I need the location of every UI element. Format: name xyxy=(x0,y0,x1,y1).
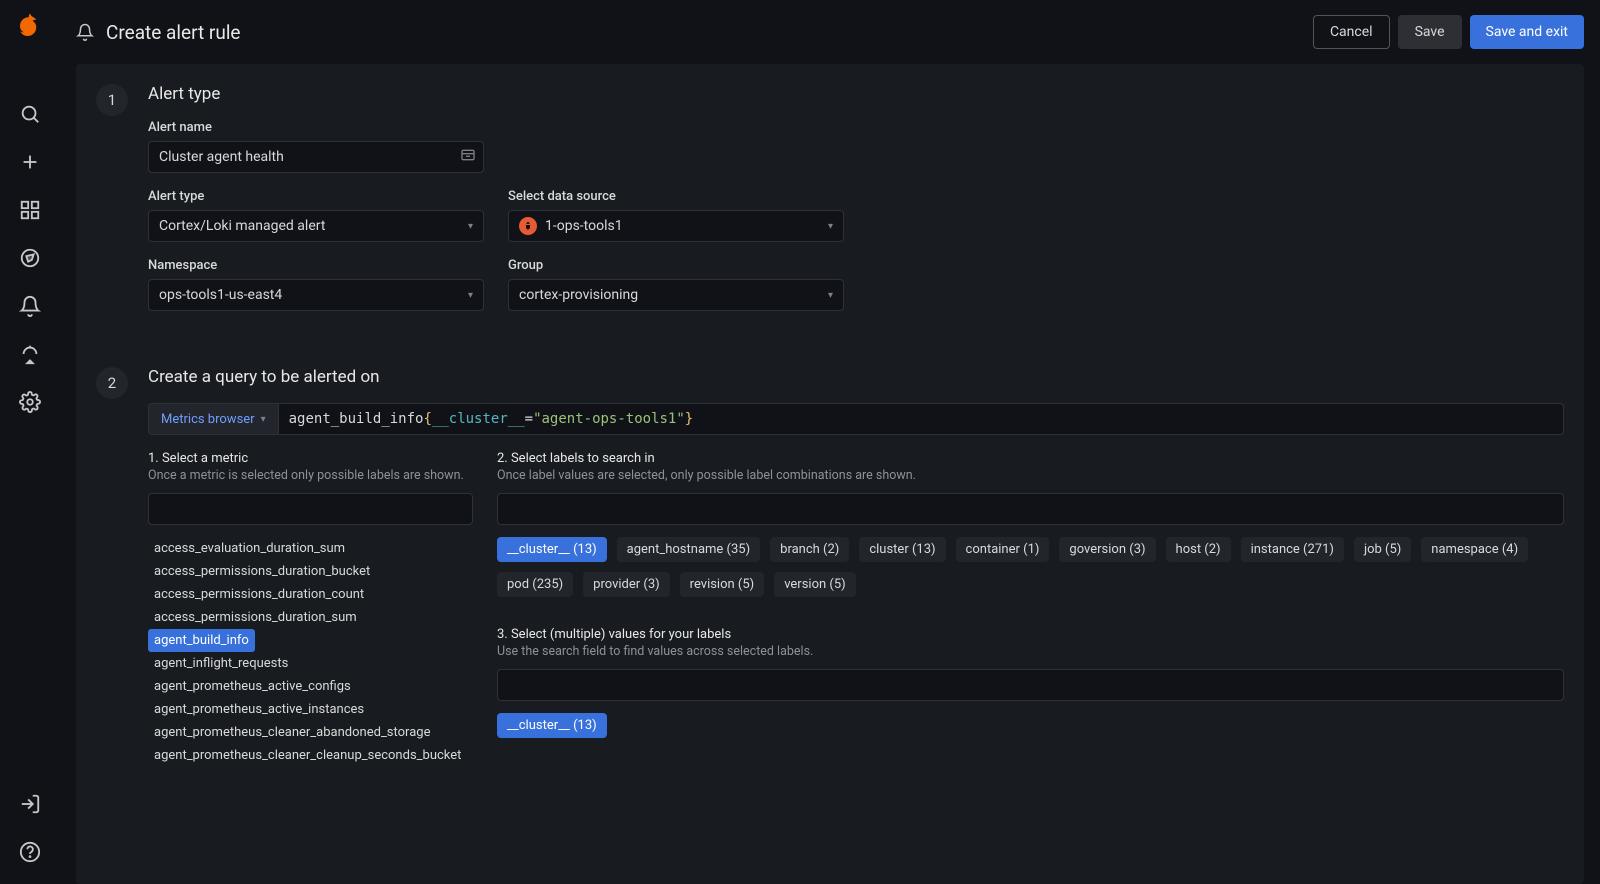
metric-item[interactable]: access_permissions_duration_count xyxy=(148,583,473,606)
namespace-value: ops-tools1-us-east4 xyxy=(159,287,282,303)
content-panel: 1 Alert type Alert name xyxy=(76,64,1584,884)
expr-value: "agent-ops-tools1" xyxy=(533,411,685,427)
template-icon[interactable] xyxy=(460,147,476,167)
page-header: Create alert rule Cancel Save Save and e… xyxy=(76,0,1584,64)
label-chip[interactable]: __cluster__ (13) xyxy=(497,537,607,562)
alert-type-select[interactable]: Cortex/Loki managed alert ▾ xyxy=(148,210,484,242)
nav-rail xyxy=(0,0,60,884)
label-chip[interactable]: job (5) xyxy=(1354,537,1411,562)
label-chip[interactable]: host (2) xyxy=(1166,537,1231,562)
metrics-browser-button[interactable]: Metrics browser ▾ xyxy=(148,403,279,435)
save-button[interactable]: Save xyxy=(1398,15,1462,49)
expr-metric: agent_build_info xyxy=(289,411,424,427)
data-source-label: Select data source xyxy=(508,189,844,204)
label-search-input[interactable] xyxy=(497,493,1564,525)
alerting-icon[interactable] xyxy=(18,294,42,318)
namespace-label: Namespace xyxy=(148,258,484,273)
metric-search-input[interactable] xyxy=(148,493,473,525)
metric-item[interactable]: access_evaluation_duration_sum xyxy=(148,537,473,560)
plus-icon[interactable] xyxy=(18,150,42,174)
page-title: Create alert rule xyxy=(106,21,241,44)
data-source-select[interactable]: 1-ops-tools1 ▾ xyxy=(508,210,844,242)
label-chip[interactable]: namespace (4) xyxy=(1421,537,1528,562)
alert-name-label: Alert name xyxy=(148,120,484,135)
namespace-select[interactable]: ops-tools1-us-east4 ▾ xyxy=(148,279,484,311)
alert-type-value: Cortex/Loki managed alert xyxy=(159,218,325,234)
dashboards-icon[interactable] xyxy=(18,198,42,222)
metrics-browser-label: Metrics browser xyxy=(161,412,255,427)
metric-item[interactable]: agent_build_info xyxy=(148,629,255,652)
group-label: Group xyxy=(508,258,844,273)
section-title-1: Alert type xyxy=(148,84,1564,104)
grafana-logo[interactable] xyxy=(14,10,46,42)
label-chip[interactable]: container (1) xyxy=(956,537,1050,562)
chevron-down-icon: ▾ xyxy=(828,290,833,301)
section-title-2: Create a query to be alerted on xyxy=(148,367,1564,387)
step-badge-2: 2 xyxy=(96,367,128,399)
search-icon[interactable] xyxy=(18,102,42,126)
chevron-down-icon: ▾ xyxy=(468,290,473,301)
query-expression-input[interactable]: agent_build_info{__cluster__="agent-ops-… xyxy=(279,403,1564,435)
metric-item[interactable]: access_permissions_duration_sum xyxy=(148,606,473,629)
step2-sub: Once label values are selected, only pos… xyxy=(497,468,1564,483)
step1-title: 1. Select a metric xyxy=(148,451,473,466)
settings-icon[interactable] xyxy=(18,390,42,414)
label-chip[interactable]: goversion (3) xyxy=(1059,537,1155,562)
chevron-down-icon: ▾ xyxy=(261,414,266,425)
main-content: Create alert rule Cancel Save Save and e… xyxy=(60,0,1600,884)
oncall-icon[interactable] xyxy=(18,342,42,366)
chevron-down-icon: ▾ xyxy=(468,221,473,232)
help-icon[interactable] xyxy=(18,840,42,864)
label-chip[interactable]: cluster (13) xyxy=(859,537,945,562)
group-value: cortex-provisioning xyxy=(519,287,638,303)
group-select[interactable]: cortex-provisioning ▾ xyxy=(508,279,844,311)
expr-label: __cluster__ xyxy=(432,411,525,427)
value-chip[interactable]: __cluster__ (13) xyxy=(497,713,607,738)
label-chip[interactable]: version (5) xyxy=(774,572,855,597)
section-alert-type: 1 Alert type Alert name xyxy=(96,84,1564,327)
alert-name-input[interactable] xyxy=(148,141,484,173)
signin-icon[interactable] xyxy=(18,792,42,816)
expr-eq: = xyxy=(525,411,533,427)
cancel-button[interactable]: Cancel xyxy=(1313,15,1390,49)
chevron-down-icon: ▾ xyxy=(828,221,833,232)
step3-title: 3. Select (multiple) values for your lab… xyxy=(497,627,1564,642)
metric-item[interactable]: agent_inflight_requests xyxy=(148,652,473,675)
save-exit-button[interactable]: Save and exit xyxy=(1470,15,1584,49)
value-search-input[interactable] xyxy=(497,669,1564,701)
expr-brace-open: { xyxy=(423,411,431,427)
bell-icon xyxy=(76,23,94,41)
label-chip[interactable]: agent_hostname (35) xyxy=(617,537,760,562)
label-chip[interactable]: provider (3) xyxy=(583,572,670,597)
step2-title: 2. Select labels to search in xyxy=(497,451,1564,466)
metric-item[interactable]: agent_prometheus_active_instances xyxy=(148,698,473,721)
step-badge-1: 1 xyxy=(96,84,128,116)
explore-icon[interactable] xyxy=(18,246,42,270)
metric-item[interactable]: access_permissions_duration_bucket xyxy=(148,560,473,583)
label-chip[interactable]: branch (2) xyxy=(770,537,849,562)
step3-sub: Use the search field to find values acro… xyxy=(497,644,1564,659)
label-chips: __cluster__ (13) agent_hostname (35) branc… xyxy=(497,537,1564,597)
metric-list: access_evaluation_duration_sumaccess_per… xyxy=(148,537,473,767)
data-source-value: 1-ops-tools1 xyxy=(545,218,623,234)
section-query: 2 Create a query to be alerted on Metric… xyxy=(96,367,1564,767)
label-chip[interactable]: pod (235) xyxy=(497,572,573,597)
metric-item[interactable]: agent_prometheus_cleaner_abandoned_stora… xyxy=(148,721,473,744)
step1-sub: Once a metric is selected only possible … xyxy=(148,468,473,483)
label-chip[interactable]: instance (271) xyxy=(1241,537,1344,562)
metric-item[interactable]: agent_prometheus_cleaner_cleanup_seconds… xyxy=(148,744,473,767)
prometheus-icon xyxy=(519,217,537,235)
value-chips: __cluster__ (13) xyxy=(497,713,1564,738)
expr-brace-close: } xyxy=(685,411,693,427)
label-chip[interactable]: revision (5) xyxy=(680,572,765,597)
alert-type-label: Alert type xyxy=(148,189,484,204)
metric-item[interactable]: agent_prometheus_active_configs xyxy=(148,675,473,698)
